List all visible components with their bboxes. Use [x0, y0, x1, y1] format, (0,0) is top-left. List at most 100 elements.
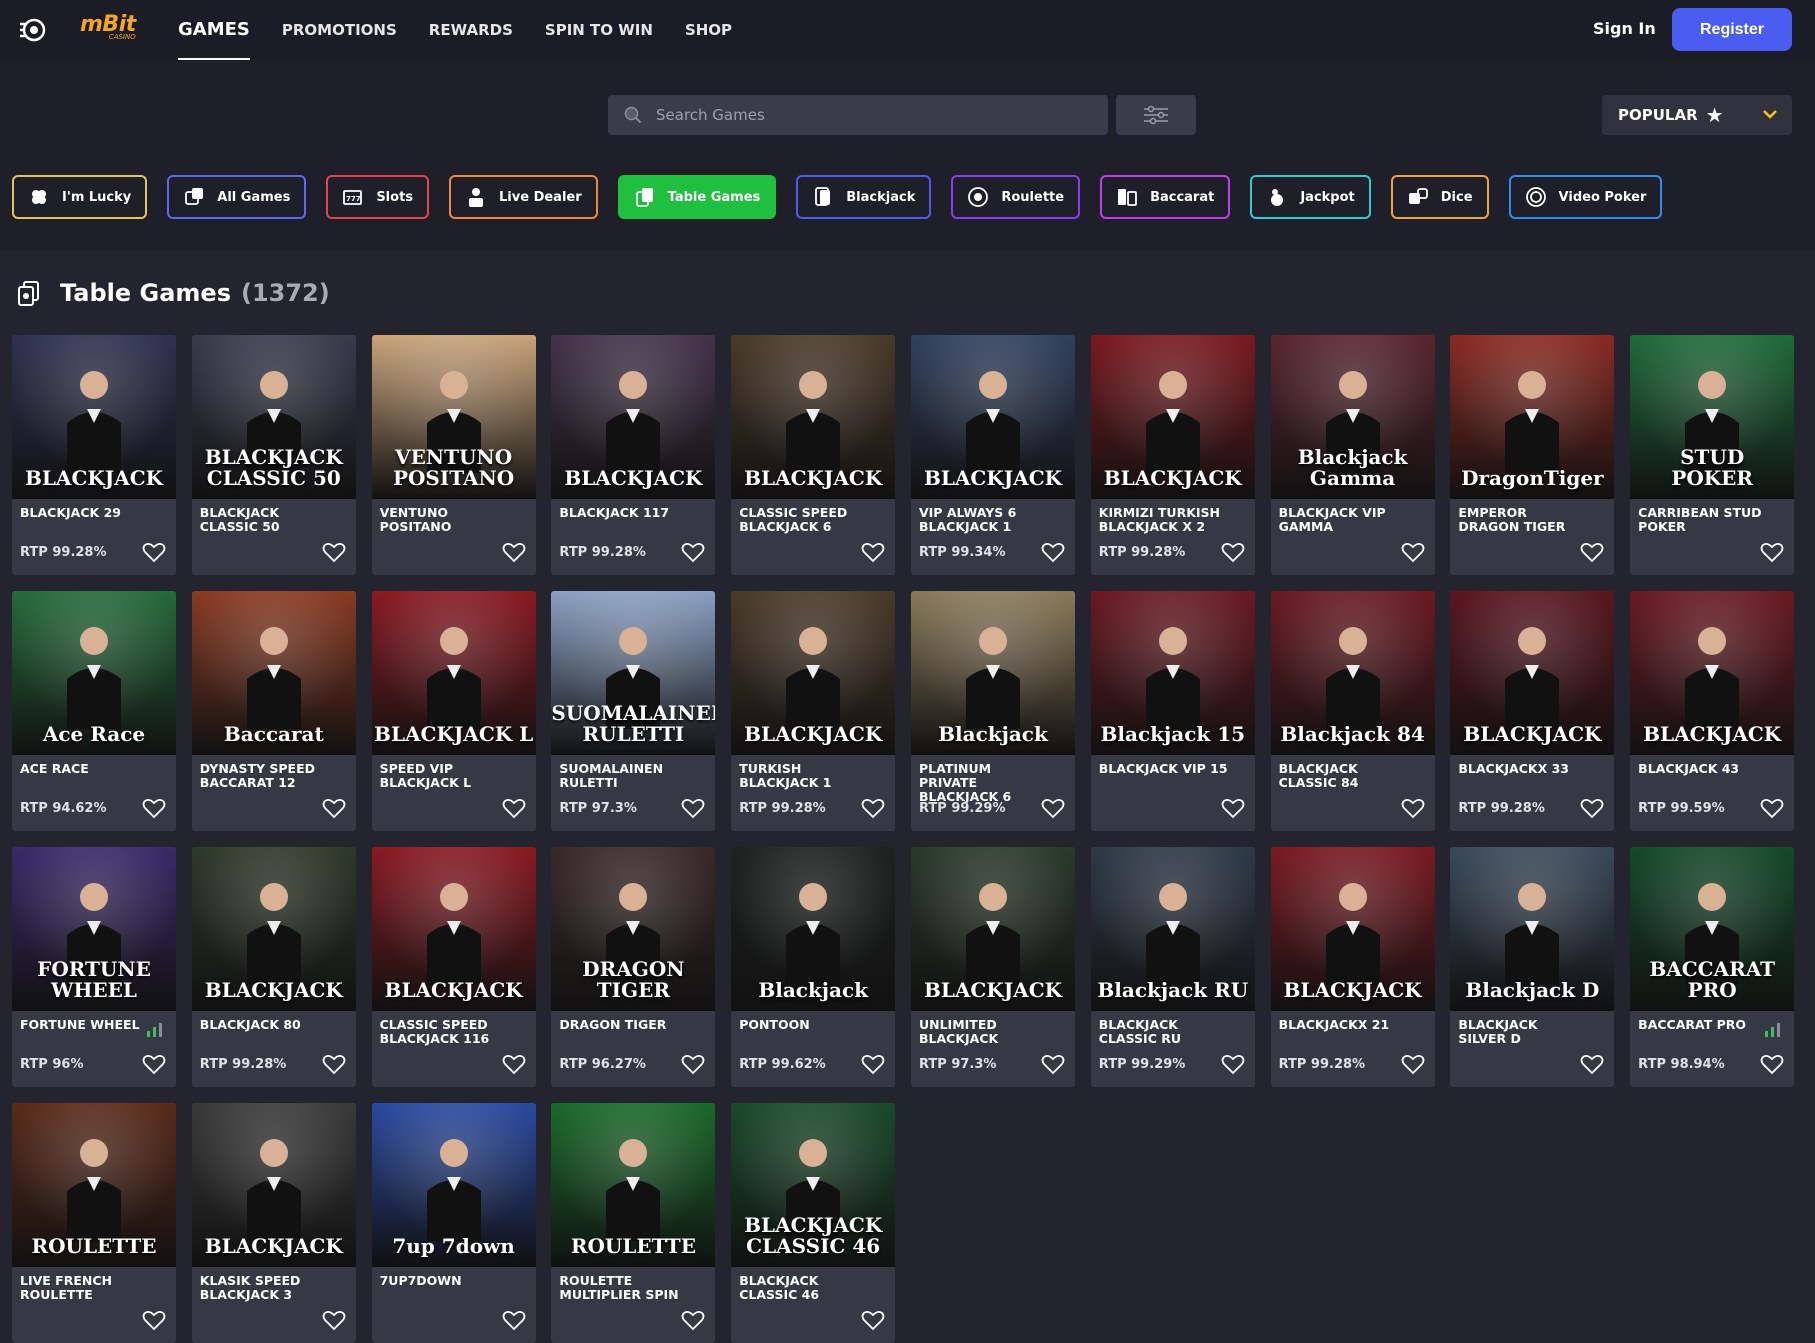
filter-button[interactable]	[1116, 95, 1196, 135]
game-thumbnail[interactable]: Blackjack Gamma	[1270, 335, 1435, 499]
favorite-heart-icon[interactable]	[502, 1309, 526, 1331]
game-card[interactable]: BLACKJACK BLACKJACKX 33 RTP 99.28%	[1450, 591, 1615, 831]
game-card[interactable]: ROULETTE ROULETTE MULTIPLIER SPIN	[551, 1103, 716, 1343]
nav-promotions[interactable]: PROMOTIONS	[282, 0, 397, 60]
favorite-heart-icon[interactable]	[1760, 797, 1784, 819]
game-card[interactable]: Blackjack 84 BLACKJACK CLASSIC 84	[1270, 591, 1435, 831]
favorite-heart-icon[interactable]	[1580, 541, 1604, 563]
game-thumbnail[interactable]: BLACKJACK L	[371, 591, 536, 755]
game-thumbnail[interactable]: STUD POKER	[1630, 335, 1795, 499]
game-card[interactable]: BLACKJACK CLASSIC SPEED BLACKJACK 116	[371, 847, 536, 1087]
favorite-heart-icon[interactable]	[1401, 541, 1425, 563]
favorite-heart-icon[interactable]	[681, 1309, 705, 1331]
search-input[interactable]	[656, 106, 1056, 124]
game-thumbnail[interactable]: BACCARAT PRO	[1630, 847, 1795, 1011]
favorite-heart-icon[interactable]	[502, 541, 526, 563]
nav-rewards[interactable]: REWARDS	[429, 0, 513, 60]
category-live-dealer[interactable]: Live Dealer	[449, 175, 598, 219]
game-card[interactable]: ROULETTE LIVE FRENCH ROULETTE	[12, 1103, 176, 1343]
favorite-heart-icon[interactable]	[142, 541, 166, 563]
game-thumbnail[interactable]: BLACKJACK	[1270, 847, 1435, 1011]
sort-dropdown[interactable]: POPULAR ★	[1602, 95, 1792, 135]
favorite-heart-icon[interactable]	[1221, 541, 1245, 563]
favorite-heart-icon[interactable]	[861, 1053, 885, 1075]
favorite-heart-icon[interactable]	[142, 1309, 166, 1331]
game-thumbnail[interactable]: Blackjack	[731, 847, 896, 1011]
favorite-heart-icon[interactable]	[322, 1053, 346, 1075]
game-thumbnail[interactable]: BLACKJACK CLASSIC 46	[731, 1103, 896, 1267]
game-card[interactable]: Blackjack RU BLACKJACK CLASSIC RU RTP 99.2…	[1090, 847, 1255, 1087]
game-thumbnail[interactable]: BLACKJACK	[551, 335, 716, 499]
game-thumbnail[interactable]: BLACKJACK	[371, 847, 536, 1011]
nav-games[interactable]: GAMES	[178, 0, 250, 60]
game-card[interactable]: 7up 7down 7UP7DOWN	[371, 1103, 536, 1343]
search-bar[interactable]	[608, 95, 1108, 135]
game-thumbnail[interactable]: SUOMALAINEN RULETTI	[551, 591, 716, 755]
game-thumbnail[interactable]: BLACKJACK	[731, 335, 896, 499]
nav-shop[interactable]: SHOP	[685, 0, 732, 60]
category-slots[interactable]: 777 Slots	[326, 175, 430, 219]
category-all-games[interactable]: All Games	[167, 175, 307, 219]
game-thumbnail[interactable]: Blackjack D	[1450, 847, 1615, 1011]
favorite-heart-icon[interactable]	[142, 1053, 166, 1075]
favorite-heart-icon[interactable]	[681, 797, 705, 819]
favorite-heart-icon[interactable]	[861, 1309, 885, 1331]
favorite-heart-icon[interactable]	[322, 541, 346, 563]
favorite-heart-icon[interactable]	[1580, 797, 1604, 819]
register-button[interactable]: Register	[1672, 8, 1792, 51]
favorite-heart-icon[interactable]	[322, 1309, 346, 1331]
category-roulette[interactable]: Roulette	[951, 175, 1081, 219]
game-card[interactable]: BACCARAT PRO BACCARAT PRO RTP 98.94%	[1630, 847, 1795, 1087]
game-thumbnail[interactable]: 7up 7down	[371, 1103, 536, 1267]
favorite-heart-icon[interactable]	[322, 797, 346, 819]
game-thumbnail[interactable]: BLACKJACK	[191, 847, 356, 1011]
game-card[interactable]: BLACKJACK TURKISH BLACKJACK 1 RTP 99.28%	[731, 591, 896, 831]
game-card[interactable]: SUOMALAINEN RULETTI SUOMALAINEN RULETTI RT…	[551, 591, 716, 831]
game-thumbnail[interactable]: Blackjack 15	[1090, 591, 1255, 755]
sign-in-link[interactable]: Sign In	[1593, 19, 1656, 38]
game-card[interactable]: VENTUNO POSITANO VENTUNO POSITANO	[371, 335, 536, 575]
game-card[interactable]: FORTUNE WHEEL FORTUNE WHEEL RTP 96%	[12, 847, 176, 1087]
game-thumbnail[interactable]: ROULETTE	[12, 1103, 176, 1267]
favorite-heart-icon[interactable]	[1041, 1053, 1065, 1075]
game-card[interactable]: BLACKJACK CLASSIC 50 BLACKJACK CLASSIC 50	[191, 335, 356, 575]
favorite-heart-icon[interactable]	[1760, 1053, 1784, 1075]
favorite-heart-icon[interactable]	[681, 541, 705, 563]
favorite-heart-icon[interactable]	[1401, 1053, 1425, 1075]
favorite-heart-icon[interactable]	[681, 1053, 705, 1075]
game-card[interactable]: Ace Race ACE RACE RTP 94.62%	[12, 591, 176, 831]
favorite-heart-icon[interactable]	[1221, 1053, 1245, 1075]
game-card[interactable]: BLACKJACK CLASSIC 46 BLACKJACK CLASSIC 46	[731, 1103, 896, 1343]
game-card[interactable]: BLACKJACK BLACKJACK 43 RTP 99.59%	[1630, 591, 1795, 831]
game-card[interactable]: BLACKJACK KLASIK SPEED BLACKJACK 3	[191, 1103, 356, 1343]
category-i-m-lucky[interactable]: I'm Lucky	[12, 175, 148, 219]
game-thumbnail[interactable]: DragonTiger	[1450, 335, 1615, 499]
game-card[interactable]: BLACKJACK KIRMIZI TURKISH BLACKJACK X 2 RT…	[1090, 335, 1255, 575]
game-thumbnail[interactable]: Blackjack RU	[1090, 847, 1255, 1011]
game-card[interactable]: Blackjack D BLACKJACK SILVER D	[1450, 847, 1615, 1087]
game-thumbnail[interactable]: BLACKJACK	[1090, 335, 1255, 499]
game-thumbnail[interactable]: BLACKJACK	[1450, 591, 1615, 755]
game-thumbnail[interactable]: ROULETTE	[551, 1103, 716, 1267]
favorite-heart-icon[interactable]	[502, 797, 526, 819]
favorite-heart-icon[interactable]	[861, 541, 885, 563]
game-card[interactable]: BLACKJACK BLACKJACK 117 RTP 99.28%	[551, 335, 716, 575]
game-thumbnail[interactable]: BLACKJACK CLASSIC 50	[191, 335, 356, 499]
game-card[interactable]: DRAGON TIGER DRAGON TIGER RTP 96.27%	[551, 847, 716, 1087]
favorite-heart-icon[interactable]	[1760, 541, 1784, 563]
game-thumbnail[interactable]: BLACKJACK	[910, 847, 1075, 1011]
brand-logo[interactable]: mBit CASINO	[80, 12, 136, 48]
game-card[interactable]: BLACKJACK BLACKJACKX 21 RTP 99.28%	[1270, 847, 1435, 1087]
game-thumbnail[interactable]: BLACKJACK	[12, 335, 176, 499]
game-thumbnail[interactable]: BLACKJACK	[1630, 591, 1795, 755]
game-card[interactable]: BLACKJACK CLASSIC SPEED BLACKJACK 6	[731, 335, 896, 575]
game-thumbnail[interactable]: Baccarat	[191, 591, 356, 755]
favorite-heart-icon[interactable]	[861, 797, 885, 819]
game-thumbnail[interactable]: Ace Race	[12, 591, 176, 755]
favorite-heart-icon[interactable]	[142, 797, 166, 819]
game-card[interactable]: STUD POKER CARRIBEAN STUD POKER	[1630, 335, 1795, 575]
game-card[interactable]: BLACKJACK L SPEED VIP BLACKJACK L	[371, 591, 536, 831]
category-jackpot[interactable]: Jackpot	[1250, 175, 1371, 219]
category-blackjack[interactable]: Blackjack	[796, 175, 932, 219]
game-card[interactable]: BLACKJACK UNLIMITED BLACKJACK RTP 97.3%	[910, 847, 1075, 1087]
